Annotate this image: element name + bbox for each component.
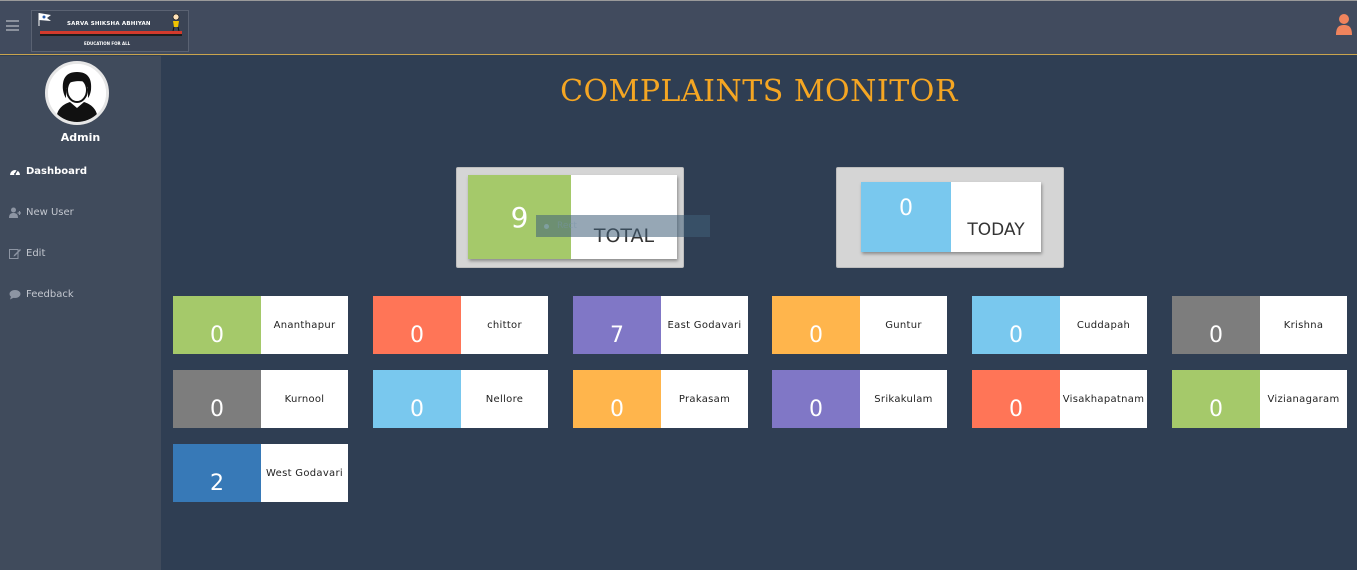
district-name: Visakhapatnam: [1060, 370, 1147, 428]
tooltip-text: Rect: [557, 221, 577, 231]
sidebar: Admin Dashboard New User Edit Feedback: [0, 56, 161, 570]
admin-username: Admin: [60, 131, 101, 144]
top-bar: SARVA SHIKSHA ABHIYAN EDUCATION FOR ALL: [0, 0, 1357, 55]
district-card[interactable]: 0 Krishna: [1172, 296, 1347, 354]
district-card[interactable]: 0 Prakasam: [573, 370, 748, 428]
comment-icon: [9, 289, 21, 299]
district-count: 0: [1172, 370, 1260, 428]
district-count: 0: [772, 370, 860, 428]
district-count: 0: [373, 296, 461, 354]
tooltip-dot-icon: [544, 223, 549, 229]
district-card[interactable]: 7 East Godavari: [573, 296, 748, 354]
district-card[interactable]: 0 Visakhapatnam: [972, 370, 1147, 428]
district-count: 0: [1172, 296, 1260, 354]
site-logo[interactable]: SARVA SHIKSHA ABHIYAN EDUCATION FOR ALL: [31, 10, 189, 52]
district-name: Nellore: [461, 370, 548, 428]
district-name: Srikakulam: [860, 370, 947, 428]
district-name: East Godavari: [661, 296, 748, 354]
user-avatar-icon: [48, 64, 106, 122]
district-card[interactable]: 0 Guntur: [772, 296, 947, 354]
district-name: Prakasam: [661, 370, 748, 428]
district-card[interactable]: 2 West Godavari: [173, 444, 348, 502]
district-card[interactable]: 0 Cuddapah: [972, 296, 1147, 354]
hamburger-menu-icon[interactable]: [6, 20, 19, 31]
today-card-inner: 0 TODAY: [861, 182, 1041, 252]
district-count: 0: [972, 296, 1060, 354]
district-count: 0: [772, 296, 860, 354]
district-card[interactable]: 0 Kurnool: [173, 370, 348, 428]
sidebar-item-label: Dashboard: [26, 165, 87, 177]
avatar: [45, 61, 109, 125]
district-card[interactable]: 0 Nellore: [373, 370, 548, 428]
district-card[interactable]: 0 Srikakulam: [772, 370, 947, 428]
today-label: TODAY: [951, 182, 1041, 252]
logo-pencil-shadow: [40, 34, 182, 36]
sidebar-item-edit[interactable]: Edit: [9, 246, 45, 260]
page-title: COMPLAINTS MONITOR: [560, 74, 958, 109]
district-count: 7: [573, 296, 661, 354]
today-complaints-card[interactable]: 0 TODAY: [836, 167, 1064, 268]
logo-title: SARVA SHIKSHA ABHIYAN: [67, 21, 151, 27]
district-name: Kurnool: [261, 370, 348, 428]
district-name: Vizianagaram: [1260, 370, 1347, 428]
district-card[interactable]: 0 Vizianagaram: [1172, 370, 1347, 428]
district-name: Cuddapah: [1060, 296, 1147, 354]
district-count: 0: [173, 296, 261, 354]
sidebar-item-label: New User: [26, 206, 74, 218]
sidebar-item-label: Feedback: [26, 288, 74, 300]
district-card[interactable]: 0 Ananthapur: [173, 296, 348, 354]
sidebar-item-label: Edit: [26, 247, 46, 259]
district-name: Ananthapur: [261, 296, 348, 354]
district-count: 2: [173, 444, 261, 502]
today-count: 0: [861, 182, 951, 252]
flag-icon: [38, 13, 51, 26]
add-user-icon: [9, 207, 21, 218]
edit-icon: [9, 248, 21, 259]
district-count: 0: [173, 370, 261, 428]
district-name: Guntur: [860, 296, 947, 354]
child-figure-icon: [172, 13, 180, 31]
sidebar-item-feedback[interactable]: Feedback: [9, 287, 74, 301]
district-name: West Godavari: [261, 444, 348, 502]
district-count: 0: [972, 370, 1060, 428]
chart-tooltip: Rect: [536, 215, 710, 237]
logo-subtitle: EDUCATION FOR ALL: [84, 41, 131, 46]
district-count: 0: [373, 370, 461, 428]
district-name: chittor: [461, 296, 548, 354]
district-card[interactable]: 0 chittor: [373, 296, 548, 354]
dashboard-icon: [10, 169, 20, 175]
sidebar-item-dashboard[interactable]: Dashboard: [9, 164, 87, 178]
district-name: Krishna: [1260, 296, 1347, 354]
district-count: 0: [573, 370, 661, 428]
user-profile-icon[interactable]: [1335, 13, 1353, 35]
sidebar-item-new-user[interactable]: New User: [9, 205, 74, 219]
